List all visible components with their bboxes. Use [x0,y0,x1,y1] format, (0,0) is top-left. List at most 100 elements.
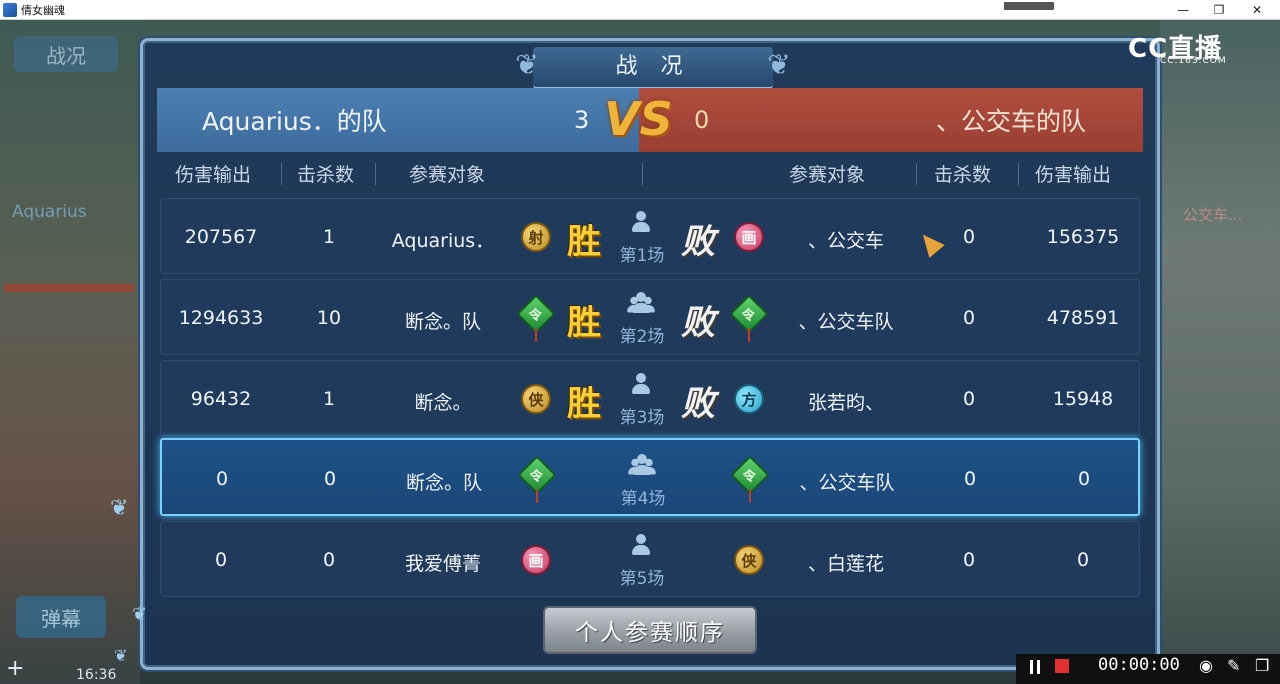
personal-order-button[interactable]: 个人参赛顺序 [543,606,757,654]
round-label: 第2场 [619,327,665,347]
scene-right [1160,20,1280,684]
recording-timer: 00:00:00 [1098,655,1180,675]
match-row[interactable]: 0 0 我爱傅菁 画 第5场 侠 、白莲花 0 0 [160,521,1140,597]
lose-mark: 败 [681,384,715,424]
col-player-right: 参赛对象 [789,164,866,186]
damage-left: 1294633 [178,307,264,329]
class-badge-icon: 侠 [521,384,551,414]
col-damage-right: 伤害输出 [1035,164,1112,186]
round-label: 第4场 [620,489,666,509]
cc-live-url: CC.163.COM [1160,56,1227,66]
team-icon [624,292,658,314]
damage-left: 207567 [184,226,258,248]
ornament-left-icon: ❦ [515,48,539,81]
camera-icon[interactable]: ◉ [1199,656,1213,675]
kills-left: 1 [322,226,336,248]
col-kills-left: 击杀数 [297,164,355,186]
player-left: 断念。队 [405,472,482,494]
player-left: 断念。 [414,392,472,414]
butterfly-icon: ❦ [110,496,129,521]
round-label: 第3场 [619,408,665,428]
lose-mark: 败 [681,222,715,262]
team-icon [625,454,659,476]
kills-left: 0 [322,549,336,571]
kills-left: 10 [316,307,342,329]
player-right: 张若昀、 [807,392,884,414]
round-label: 第5场 [619,569,665,589]
round-label: 第1场 [619,246,665,266]
team-badge-label: 令 [743,469,757,485]
danmu-button[interactable]: 弹幕 [16,596,106,638]
kills-right: 0 [962,307,976,329]
vs-emblem: VS [604,92,673,146]
pen-icon[interactable]: ✎ [1227,656,1240,675]
badge-tassel [536,489,538,503]
class-badge-icon: 画 [521,545,551,575]
window-title: 倩女幽魂 [21,3,65,17]
badge-tassel [535,328,537,342]
close-button[interactable]: ✕ [1234,0,1280,20]
class-badge-icon: 侠 [734,545,764,575]
player-right: 、公交车队 [799,472,895,494]
class-badge-icon: 方 [734,384,764,414]
lose-mark: 败 [681,303,715,343]
window-titlebar: 倩女幽魂 — ❐ ✕ [0,0,1280,20]
ornament-right-icon: ❦ [767,48,791,81]
war-status-button[interactable]: 战况 [14,36,118,72]
damage-left: 0 [215,468,229,490]
damage-right: 478591 [1046,307,1120,329]
class-badge-icon: 射 [521,222,551,252]
col-player-left: 参赛对象 [409,164,486,186]
solo-icon [631,534,651,556]
game-clock: 16:36 [76,667,117,683]
dialog-title: 战 况 [615,54,691,79]
left-team-score: 3 [574,106,590,134]
match-row[interactable]: 96432 1 断念。 侠 胜 第3场 败 方 张若昀、 0 15948 [160,360,1140,436]
kills-right: 0 [962,549,976,571]
col-divider [916,163,917,185]
butterfly-icon: ❦ [114,646,128,665]
col-divider [1018,163,1019,185]
scene-player-name-left: Aquarius [12,202,87,222]
player-right: 、公交车 [807,230,884,252]
col-divider [642,163,643,185]
match-row[interactable]: 1294633 10 断念。队 令 胜 第2场 败 令 、公交车队 0 4785… [160,279,1140,355]
damage-right: 0 [1077,468,1091,490]
badge-tassel [749,489,751,503]
damage-left: 0 [214,549,228,571]
stop-record-icon[interactable] [1055,659,1069,673]
scene-hp-bar [4,284,134,292]
win-mark: 胜 [567,303,601,343]
kills-left: 0 [323,468,337,490]
damage-right: 0 [1076,549,1090,571]
solo-icon [631,373,651,395]
match-row[interactable]: 207567 1 Aquarius． 射 胜 第1场 败 画 、公交车 0 15… [160,198,1140,274]
match-row-selected[interactable]: 0 0 断念。队 令 第4场 令 、公交车队 0 0 [160,438,1140,516]
col-damage-left: 伤害输出 [175,164,252,186]
window-icon[interactable]: ❐ [1255,656,1269,675]
kills-left: 1 [322,388,336,410]
plus-icon[interactable]: + [6,656,24,681]
col-divider [281,163,282,185]
class-badge-icon: 画 [734,222,764,252]
right-team-name: 、公交车的队 [936,107,1087,136]
player-left: Aquarius． [391,230,495,252]
team-badge-label: 令 [742,308,756,324]
win-mark: 胜 [567,222,601,262]
player-right: 、公交车队 [798,311,894,333]
player-left: 我爱傅菁 [404,553,481,575]
damage-right: 15948 [1052,388,1114,410]
player-left: 断念。队 [404,311,481,333]
right-team-score: 0 [694,106,710,134]
damage-right: 156375 [1046,226,1120,248]
dialog-header: 战 况 [533,47,773,89]
damage-left: 96432 [190,388,252,410]
badge-tassel [748,328,750,342]
pause-icon[interactable] [1030,660,1040,674]
team-badge-label: 令 [529,308,543,324]
col-kills-right: 击杀数 [934,164,992,186]
left-team-name: Aquarius．的队 [202,107,387,136]
player-right: 、白莲花 [807,553,884,575]
app-icon [3,2,17,17]
team-badge-label: 令 [530,469,544,485]
